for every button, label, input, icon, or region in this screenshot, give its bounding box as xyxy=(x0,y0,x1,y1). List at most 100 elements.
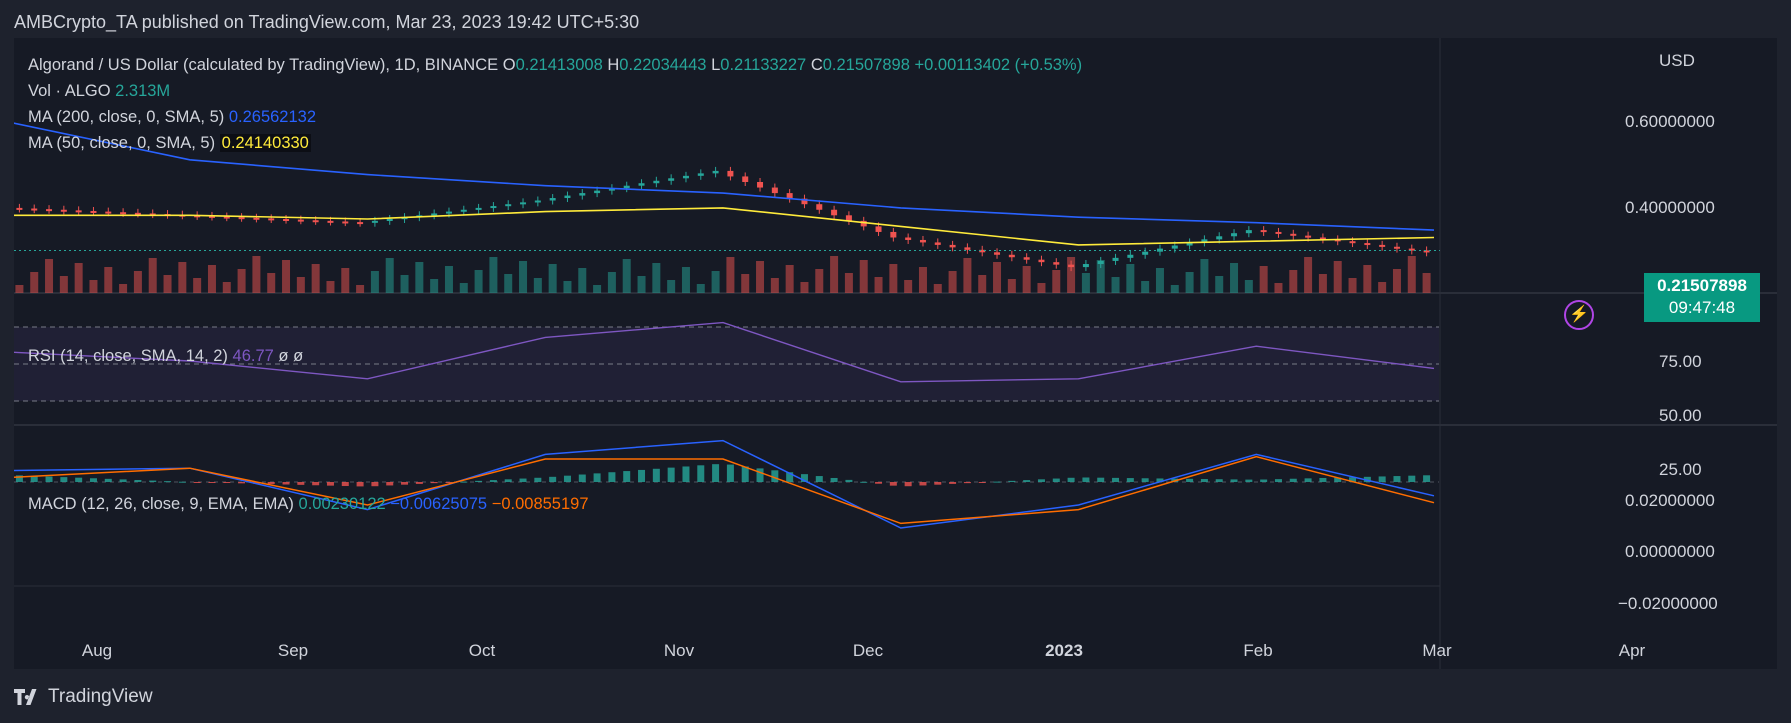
volume-bar xyxy=(1333,261,1342,293)
volume-bar xyxy=(815,269,824,293)
candle-body xyxy=(1008,254,1015,258)
volume-bar xyxy=(859,260,868,293)
tradingview-logo-icon xyxy=(14,689,37,705)
volume-bar xyxy=(1081,273,1090,293)
candle-body xyxy=(253,217,260,220)
macd-tick-1: 0.02000000 xyxy=(1625,491,1715,510)
macd-histogram-bar xyxy=(401,482,409,485)
volume-bar xyxy=(637,276,646,293)
candle-body xyxy=(964,247,971,250)
volume-bar xyxy=(1037,283,1046,293)
currency-label[interactable]: USD xyxy=(1659,51,1695,71)
price-tick-2: 0.40000000 xyxy=(1625,198,1715,217)
candle-body xyxy=(297,219,304,222)
volume-bar xyxy=(993,262,1002,293)
volume-bar xyxy=(874,277,883,293)
candle-body xyxy=(919,239,926,243)
macd-histogram-bar xyxy=(45,476,53,482)
macd-histogram-bar xyxy=(534,477,542,482)
candle-body xyxy=(1023,257,1030,260)
candle-body xyxy=(342,221,349,224)
candle-body xyxy=(1275,231,1282,234)
tradingview-footer[interactable]: TradingView xyxy=(14,686,153,708)
ma200-label[interactable]: MA (200, close, 0, SMA, 5) xyxy=(28,108,224,126)
volume-bar xyxy=(1022,266,1031,293)
macd-histogram-bar xyxy=(889,482,897,486)
candle-body xyxy=(816,204,823,210)
volume-bar xyxy=(1378,282,1387,293)
macd-histogram-bar xyxy=(549,476,557,482)
candle-body xyxy=(697,173,704,176)
rsi-tick-75: 75.00 xyxy=(1659,352,1702,371)
macd-legend[interactable]: MACD (12, 26, close, 9, EMA, EMA) 0.0023… xyxy=(28,495,589,514)
volume-bar xyxy=(207,265,216,293)
candle-body xyxy=(668,178,675,181)
volume-bar xyxy=(533,278,542,293)
low-value: 0.21133227 xyxy=(720,56,807,74)
volume-bar xyxy=(282,260,291,293)
volume-bar xyxy=(415,262,424,293)
volume-bar xyxy=(681,267,690,293)
volume-bar xyxy=(504,274,513,293)
symbol-title[interactable]: Algorand / US Dollar (calculated by Trad… xyxy=(28,56,498,74)
volume-bar xyxy=(1141,281,1150,293)
candle-body xyxy=(1349,241,1356,244)
macd-histogram-bar xyxy=(1052,478,1060,482)
macd-histogram-bar xyxy=(1274,479,1282,482)
candle-body xyxy=(327,220,334,223)
lightning-icon[interactable]: ⚡ xyxy=(1564,300,1594,330)
candle-body xyxy=(16,207,23,210)
volume-bar xyxy=(1052,270,1061,293)
volume-bar xyxy=(326,281,335,293)
volume-bar xyxy=(163,275,172,293)
volume-bar xyxy=(889,264,898,293)
macd-histogram-bar xyxy=(282,482,290,485)
ma50-label[interactable]: MA (50, close, 0, SMA, 5) xyxy=(28,134,215,152)
time-label-apr: Apr xyxy=(1618,641,1646,660)
macd-histogram-bar xyxy=(193,482,201,483)
macd-histogram-bar xyxy=(1230,479,1238,482)
candle-body xyxy=(994,252,1001,255)
macd-histogram-bar xyxy=(60,477,68,482)
volume-bar xyxy=(89,280,98,293)
volume-bar xyxy=(385,258,394,293)
volume-bar xyxy=(1111,277,1120,293)
bar-countdown: 09:47:48 xyxy=(1668,298,1736,317)
volume-bar xyxy=(622,259,631,293)
rsi-label: RSI (14, close, SMA, 14, 2) xyxy=(28,347,228,365)
last-price-label: 0.21507898 09:47:48 xyxy=(1644,273,1760,322)
volume-bar xyxy=(1126,264,1135,293)
volume-bar xyxy=(1230,263,1239,293)
ma50-value: 0.24140330 xyxy=(219,134,311,152)
candle-body xyxy=(31,208,38,211)
volume-bar xyxy=(1318,274,1327,293)
macd-histogram-bar xyxy=(1008,480,1016,482)
rsi-value: 46.77 xyxy=(232,347,274,365)
rsi-legend[interactable]: RSI (14, close, SMA, 14, 2) 46.77 ø ø xyxy=(28,347,303,366)
macd-histogram-bar xyxy=(1037,479,1045,482)
macd-histogram-bar xyxy=(741,466,749,482)
macd-histogram-bar xyxy=(149,480,157,482)
volume-label[interactable]: Vol · ALGO xyxy=(28,82,111,100)
volume-bar xyxy=(1185,272,1194,293)
candle-body xyxy=(445,211,452,214)
macd-histogram-bar xyxy=(1023,480,1031,482)
volume-value: 2.313M xyxy=(115,82,171,100)
candle-body xyxy=(653,180,660,184)
macd-histogram-bar xyxy=(1141,478,1149,482)
volume-bar xyxy=(978,275,987,293)
macd-histogram-bar xyxy=(119,479,127,482)
volume-bar xyxy=(30,272,39,293)
candle-body xyxy=(490,206,497,209)
macd-tick-2: 0.00000000 xyxy=(1625,542,1715,561)
candle-body xyxy=(312,220,319,223)
volume-bar xyxy=(918,267,927,293)
volume-bar xyxy=(252,256,261,293)
volume-bar xyxy=(1407,256,1416,293)
macd-histogram-bar xyxy=(475,480,483,482)
volume-bar xyxy=(356,285,365,293)
volume-bar xyxy=(119,284,128,293)
volume-bar xyxy=(193,278,202,293)
change-value: +0.00113402 (+0.53%) xyxy=(914,56,1083,74)
candle-body xyxy=(594,190,601,194)
